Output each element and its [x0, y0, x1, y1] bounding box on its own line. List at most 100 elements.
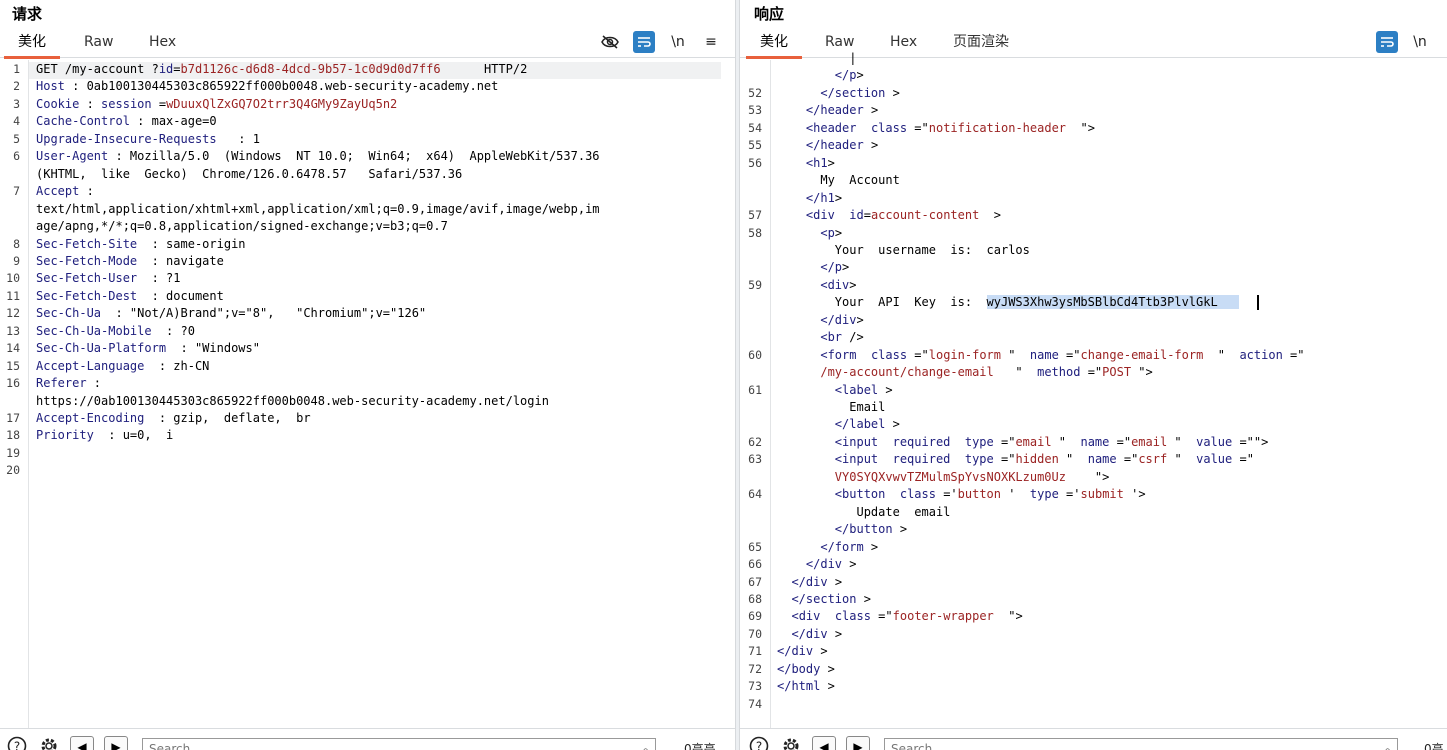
request-tab-pretty[interactable]: 美化: [4, 34, 60, 59]
previous-match-button[interactable]: ◀: [70, 736, 94, 750]
response-code-line[interactable]: Your username is: carlos: [777, 242, 1030, 259]
response-search-input[interactable]: Search ⌕: [884, 738, 1398, 750]
request-code-line[interactable]: Sec-Fetch-Site : same-origin: [36, 236, 246, 253]
response-code-line[interactable]: Update email: [777, 504, 950, 521]
request-line-number: 9: [13, 253, 20, 268]
response-token: </: [777, 539, 835, 554]
response-token: >: [856, 312, 864, 327]
eye-off-icon[interactable]: [599, 31, 621, 53]
menu-icon[interactable]: ≡: [700, 31, 722, 53]
response-code-line[interactable]: </header >: [777, 102, 878, 119]
request-code-line[interactable]: Referer :: [36, 375, 101, 392]
response-tab-hex[interactable]: Hex: [890, 34, 917, 58]
wrap-lines-icon[interactable]: [633, 31, 655, 53]
request-code-line[interactable]: Sec-Fetch-User : ?1: [36, 270, 181, 287]
response-code-line[interactable]: |: [777, 50, 856, 67]
response-code-line[interactable]: </form >: [777, 539, 878, 556]
response-code-line[interactable]: </p>: [777, 67, 864, 84]
response-code-line[interactable]: </section >: [777, 85, 899, 102]
request-token: session: [101, 96, 152, 111]
request-code-line[interactable]: Cache-Control : max-age=0: [36, 113, 217, 130]
request-search-input[interactable]: Search ⌕: [142, 738, 656, 750]
response-code-line[interactable]: </header >: [777, 137, 878, 154]
response-code-line[interactable]: Your API Key is: wyJWS3Xhw3ysMbSBlbCd4Tt…: [777, 294, 1260, 311]
next-match-button[interactable]: ▶: [104, 736, 128, 750]
response-code-line[interactable]: </button >: [777, 521, 907, 538]
response-code-line[interactable]: My Account: [777, 172, 899, 189]
response-code-line[interactable]: <h1>: [777, 155, 835, 172]
response-code-line[interactable]: <label >: [777, 382, 893, 399]
search-icon: ⌕: [642, 743, 649, 750]
response-token: <: [777, 382, 843, 397]
response-code-line[interactable]: <br />: [777, 329, 863, 346]
response-code-line[interactable]: </p>: [777, 259, 849, 276]
request-token: age/apng,*/*;q=0.8,application/signed-ex…: [36, 219, 448, 234]
search-icon: ⌕: [1384, 743, 1391, 750]
request-code-line[interactable]: GET /my-account ?id=b7d1126c-d6d8-4dcd-9…: [36, 61, 527, 78]
response-code-line[interactable]: VY0SYQXvwvTZMulmSpYvsNOXKLzum0Uz ">: [777, 469, 1110, 486]
help-icon[interactable]: ?: [748, 735, 770, 750]
newline-toggle-icon[interactable]: \n: [667, 31, 689, 53]
response-token: button: [957, 487, 1002, 502]
response-code-line[interactable]: </div >: [777, 556, 857, 573]
response-code-line[interactable]: <header class ="notification-header ">: [777, 120, 1095, 137]
response-code-line[interactable]: <input required type ="email " name ="em…: [777, 434, 1269, 451]
response-code-line[interactable]: <div id=account-content >: [777, 207, 1001, 224]
request-code-line[interactable]: Priority : u=0, i: [36, 427, 173, 444]
request-code-line[interactable]: Sec-Fetch-Mode : navigate: [36, 253, 224, 270]
gear-icon[interactable]: [38, 735, 60, 750]
response-line-number: 64: [748, 487, 762, 502]
response-code-line[interactable]: </div >: [777, 626, 842, 643]
request-code-line[interactable]: Accept-Language : zh-CN: [36, 358, 209, 375]
gear-icon[interactable]: [780, 735, 802, 750]
response-editor[interactable]: | </p> 52 </section >53 </header >54 <hea…: [740, 51, 1447, 728]
request-code-line[interactable]: age/apng,*/*;q=0.8,application/signed-ex…: [36, 218, 448, 235]
response-tab-render[interactable]: 页面渲染: [953, 34, 1009, 58]
request-token: Sec-Fetch-User: [36, 271, 138, 286]
request-code-line[interactable]: Accept :: [36, 183, 94, 200]
request-code-line[interactable]: Cookie : session =wDuuxQlZxGQ7O2trr3Q4GM…: [36, 96, 397, 113]
response-code-line[interactable]: </h1>: [777, 190, 842, 207]
request-editor[interactable]: 1 GET /my-account ?id=b7d1126c-d6d8-4dcd-…: [0, 60, 735, 728]
response-code-line[interactable]: <button class ='button ' type ='submit '…: [777, 486, 1146, 503]
response-code-line[interactable]: Email: [777, 399, 885, 416]
next-match-button[interactable]: ▶: [846, 736, 870, 750]
response-code-line[interactable]: <input required type ="hidden " name ="c…: [777, 451, 1254, 468]
previous-match-button[interactable]: ◀: [812, 736, 836, 750]
response-token: <: [777, 120, 814, 135]
response-code-line[interactable]: </div>: [777, 312, 864, 329]
request-code-line[interactable]: Accept-Encoding : gzip, deflate, br: [36, 410, 311, 427]
response-token: type: [964, 434, 994, 449]
request-code-line[interactable]: Host : 0ab100130445303c865922ff000b0048.…: [36, 78, 498, 95]
response-code-line[interactable]: <div>: [777, 277, 856, 294]
request-code-line[interactable]: Sec-Ch-Ua : "Not/A)Brand";v="8", "Chromi…: [36, 305, 426, 322]
request-code-line[interactable]: Upgrade-Insecure-Requests : 1: [36, 131, 260, 148]
request-code-line[interactable]: https://0ab100130445303c865922ff000b0048…: [36, 393, 549, 410]
response-code-line[interactable]: </section >: [777, 591, 871, 608]
response-code-line[interactable]: </html >: [777, 678, 835, 695]
request-code-line[interactable]: Sec-Ch-Ua-Platform : "Windows": [36, 340, 260, 357]
response-code-line[interactable]: </div >: [777, 643, 828, 660]
request-code-line[interactable]: User-Agent : Mozilla/5.0 (Windows NT 10.…: [36, 148, 600, 165]
response-code-line[interactable]: </div >: [777, 574, 842, 591]
response-code-line[interactable]: /my-account/change-email " method ="POST…: [777, 364, 1152, 381]
request-code-line[interactable]: Sec-Fetch-Dest : document: [36, 288, 224, 305]
wrap-lines-icon[interactable]: [1376, 31, 1398, 53]
response-token: [878, 452, 892, 466]
response-code-line[interactable]: </label >: [777, 416, 900, 433]
request-tab-hex[interactable]: Hex: [149, 34, 176, 58]
response-token: method: [1037, 365, 1081, 380]
help-icon[interactable]: ?: [6, 735, 28, 750]
request-code-line[interactable]: (KHTML, like Gecko) Chrome/126.0.6478.57…: [36, 166, 462, 183]
response-code-line[interactable]: <div class ="footer-wrapper ">: [777, 608, 1022, 625]
response-line-number: 60: [748, 347, 762, 362]
response-code-line[interactable]: <p>: [777, 225, 842, 242]
response-code-line[interactable]: </body >: [777, 661, 835, 678]
request-tab-raw[interactable]: Raw: [84, 34, 113, 58]
response-code-line[interactable]: <form class ="login-form " name ="change…: [777, 347, 1304, 364]
request-code-line[interactable]: Sec-Ch-Ua-Mobile : ?0: [36, 323, 195, 340]
request-code-line[interactable]: text/html,application/xhtml+xml,applicat…: [36, 201, 600, 218]
response-line-number: 57: [748, 208, 762, 223]
response-token: =": [907, 347, 929, 362]
newline-toggle-icon[interactable]: \n: [1409, 31, 1431, 53]
